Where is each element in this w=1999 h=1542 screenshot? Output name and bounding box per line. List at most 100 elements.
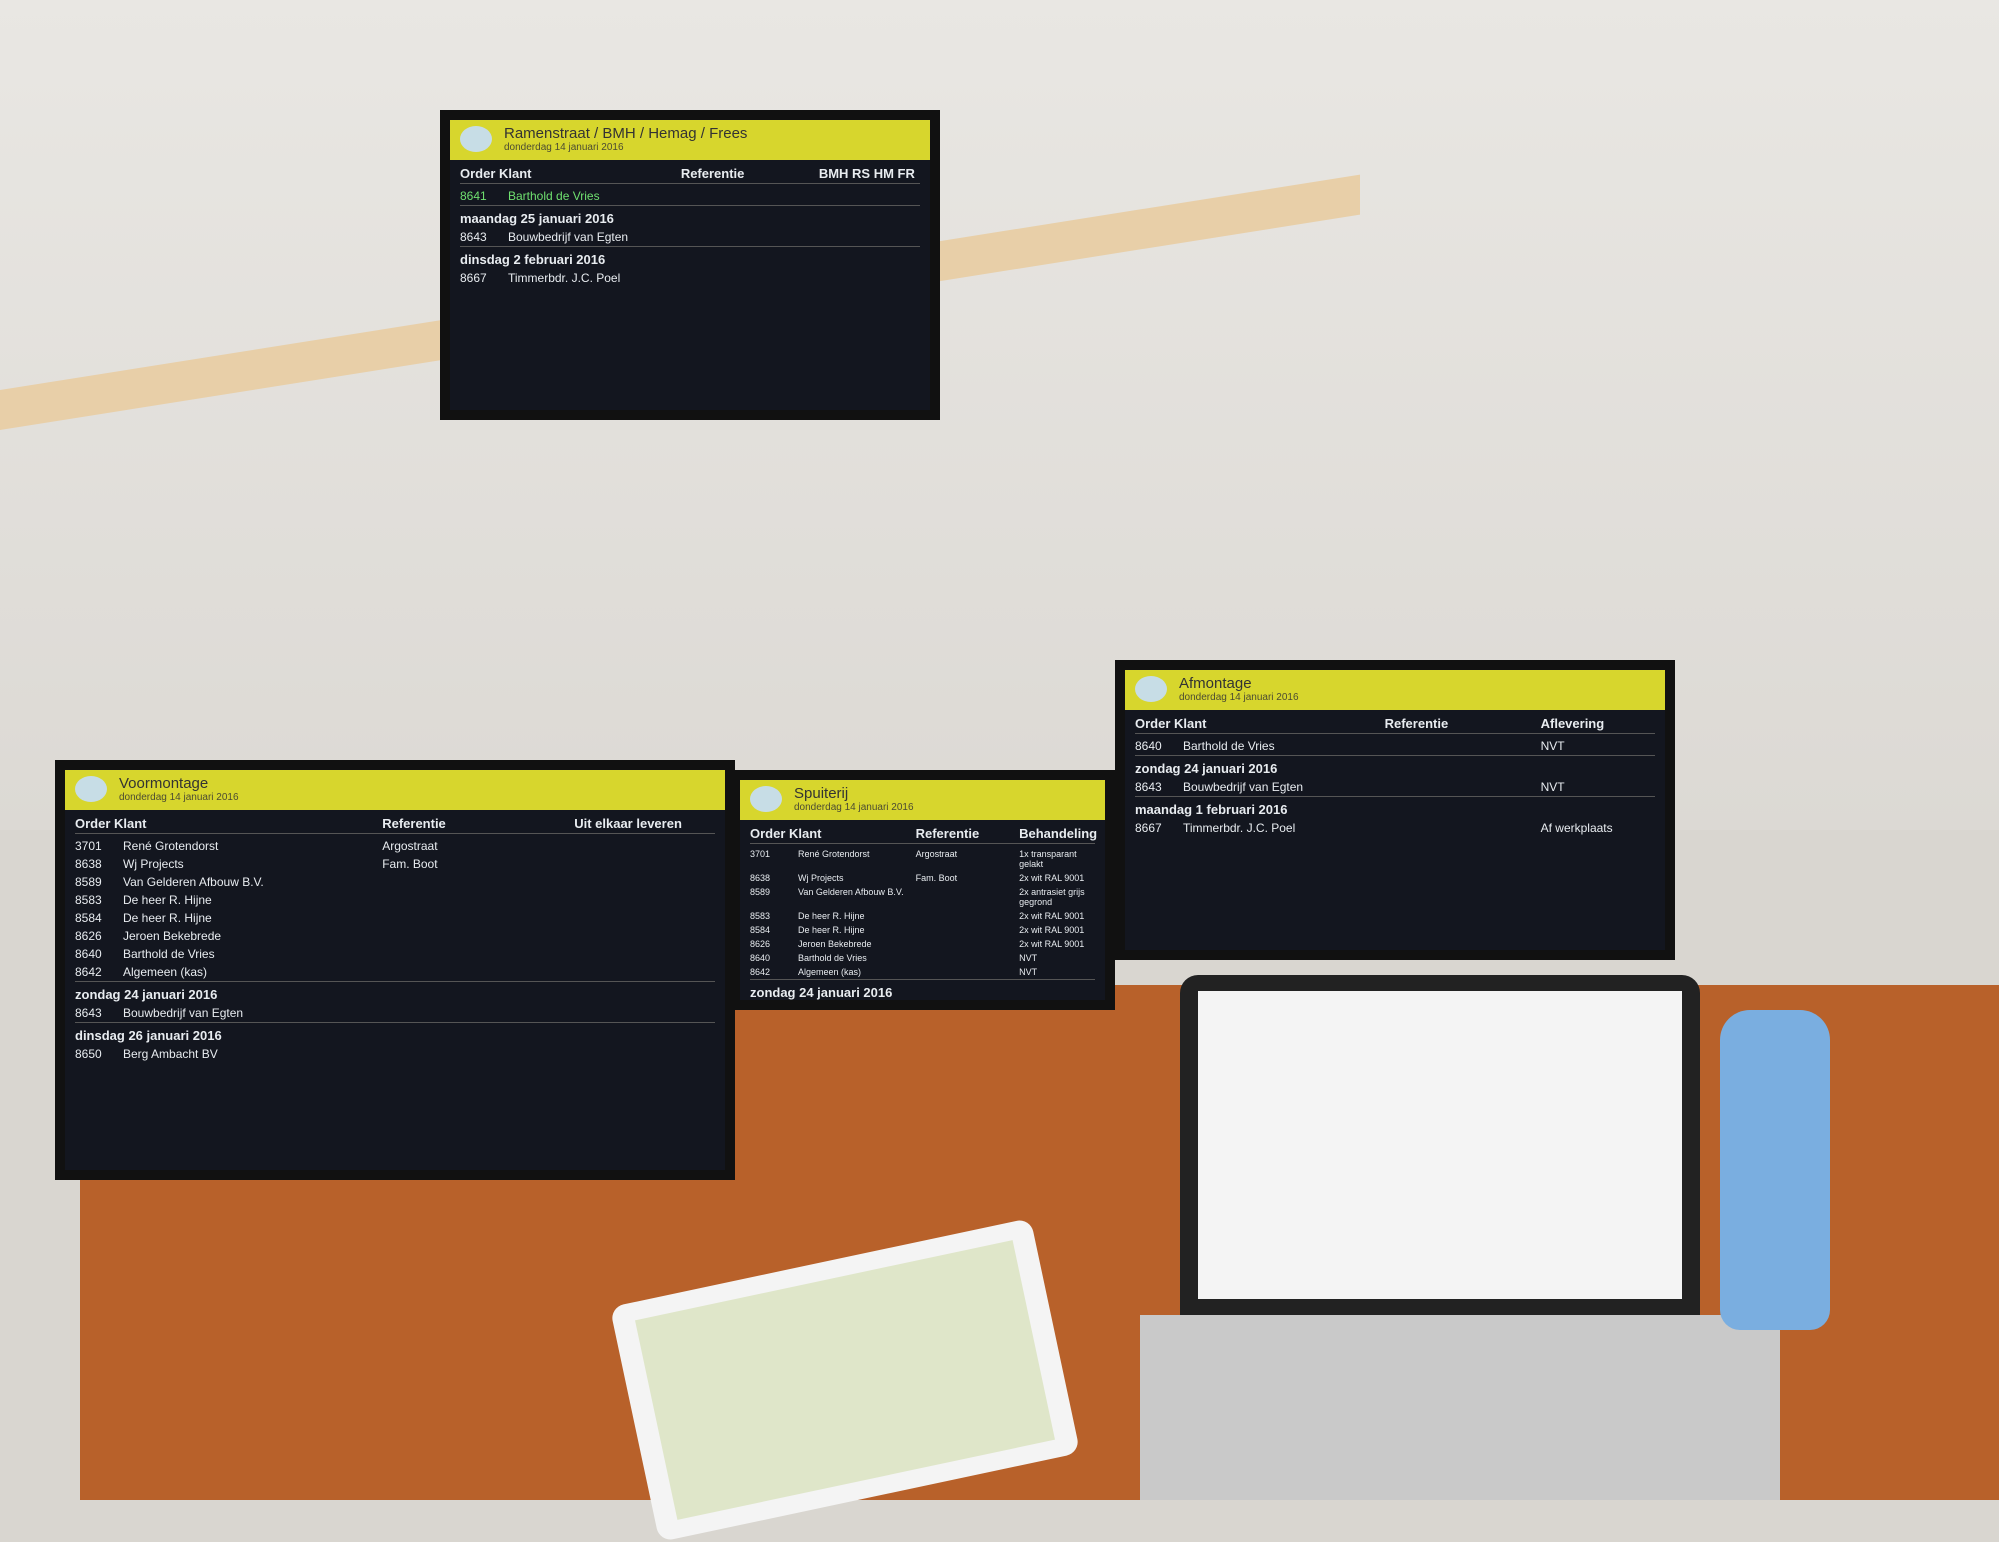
column-header-referentie: Referentie [1384, 716, 1449, 731]
date-group: 8640 Barthold de Vries NVT [1135, 733, 1655, 755]
group-date: dinsdag 2 februari 2016 [460, 252, 606, 267]
column-header-extra: BMH RS HM FR [818, 166, 915, 181]
date-group: zondag 24 januari 2016 8643 Bouwbedrijf va… [75, 981, 715, 1022]
reference [681, 230, 819, 244]
screen-date: donderdag 14 januari 2016 [1179, 692, 1299, 703]
laptop-screen [1198, 991, 1682, 1299]
order-number: 8643 [75, 1006, 102, 1020]
extra-info: 1x transparant gelakt [1019, 849, 1077, 869]
customer-name: René Grotendorst [123, 839, 219, 853]
reference [382, 911, 574, 925]
customer-name: Barthold de Vries [1183, 739, 1275, 753]
date-group: zondag 24 januari 2016 8643 Bouwbedrijf va… [1135, 755, 1655, 796]
order-number: 8640 [1135, 739, 1162, 753]
order-number: 8642 [75, 965, 102, 979]
order-number: 8626 [75, 929, 102, 943]
order-number: 8584 [75, 911, 102, 925]
date-group: maandag 25 januari 2016 8643 Bouwbedrijf v… [460, 205, 920, 246]
screen-title: Spuiterij [794, 785, 849, 802]
customer-name: Algemeen (kas) [798, 967, 862, 977]
column-header-order-klant: Order Klant [1135, 716, 1207, 731]
order-number: 8667 [1135, 821, 1162, 835]
column-header-referentie: Referentie [680, 166, 745, 181]
customer-name: De heer R. Hijne [123, 911, 212, 925]
date-group: dinsdag 26 januari 2016 8650 Berg Ambacht … [75, 1022, 715, 1063]
column-header-extra: Uit elkaar leveren [574, 816, 682, 831]
column-headers: Order Klant Referentie Behandeling [740, 820, 1105, 843]
reference [916, 887, 1020, 907]
customer-name: Bouwbedrijf van Egten [1183, 780, 1304, 794]
customer-name: Barthold de Vries [508, 189, 600, 203]
order-number: 8589 [75, 875, 102, 889]
order-number: 8640 [75, 947, 102, 961]
reference [382, 1006, 574, 1020]
order-row: 8641 Barthold de Vries [460, 187, 920, 205]
customer-name: Timmerbdr. J.C. Poel [508, 271, 621, 285]
extra-info [574, 875, 715, 889]
column-header-order-klant: Order Klant [750, 826, 822, 841]
reference [681, 189, 819, 203]
customer-name: René Grotendorst [798, 849, 870, 859]
screen-header: Ramenstraat / BMH / Hemag / Frees donderd… [450, 120, 930, 160]
extra-info: NVT [1019, 953, 1038, 963]
extra-info [574, 1047, 715, 1061]
reference: Fam. Boot [915, 873, 958, 883]
column-header-referentie: Referentie [915, 826, 980, 841]
order-row: 8640 Barthold de Vries NVT [750, 951, 1095, 965]
reference [1385, 821, 1541, 835]
customer-name: Timmerbdr. J.C. Poel [1183, 821, 1296, 835]
reference [916, 967, 1020, 977]
company-logo-icon [460, 126, 492, 152]
date-group: zondag 24 januari 2016 8643 Bouwbedrijf va… [750, 979, 1095, 1010]
group-date: zondag 24 januari 2016 [750, 985, 893, 1000]
extra-info: Af werkplaats [1540, 821, 1613, 835]
order-number: 8643 [460, 230, 487, 244]
customer-name: Jeroen Bekebrede [123, 929, 222, 943]
extra-info [574, 947, 715, 961]
customer-name: Wj Projects [798, 873, 844, 883]
order-number: 8640 [750, 953, 771, 963]
extra-info: NVT [1540, 780, 1565, 794]
screen-ramenstraat: Ramenstraat / BMH / Hemag / Frees donderd… [440, 110, 940, 420]
order-row: 8583 De heer R. Hijne 2x wit RAL 9001 [750, 909, 1095, 923]
customer-name: Barthold de Vries [123, 947, 215, 961]
screen-title: Afmontage [1179, 675, 1252, 692]
group-date: maandag 25 januari 2016 [460, 211, 614, 226]
company-logo-icon [1135, 676, 1167, 702]
customer-name: De heer R. Hijne [123, 893, 212, 907]
order-number: 8667 [460, 271, 487, 285]
order-number: 8583 [75, 893, 102, 907]
extra-info [574, 857, 715, 871]
screen-voormontage: Voormontage donderdag 14 januari 2016 Orde… [55, 760, 735, 1180]
customer-name: Van Gelderen Afbouw B.V. [123, 875, 264, 889]
order-row: 8667 Timmerbdr. J.C. Poel [460, 269, 920, 287]
extra-info: 2x wit RAL 9001 [1019, 873, 1085, 883]
extra-info [574, 839, 715, 853]
reference [382, 929, 574, 943]
column-header-order-klant: Order Klant [75, 816, 147, 831]
extra-info: NVT [1540, 739, 1565, 753]
customer-name: Berg Ambacht BV [123, 1047, 218, 1061]
office-wall [0, 0, 1999, 830]
reference [681, 271, 819, 285]
company-logo-icon [75, 776, 107, 802]
customer-name: De heer R. Hijne [798, 925, 865, 935]
extra-info: 2x wit RAL 9001 [1019, 1004, 1085, 1010]
order-row: 8642 Algemeen (kas) [75, 963, 715, 981]
customer-name: Bouwbedrijf van Egten [798, 1004, 889, 1010]
group-date: maandag 1 februari 2016 [1135, 802, 1288, 817]
date-group: maandag 1 februari 2016 8667 Timmerbdr. J.… [1135, 796, 1655, 837]
order-row: 8589 Van Gelderen Afbouw B.V. [75, 873, 715, 891]
laptop-keyboard [1140, 1315, 1780, 1500]
order-number: 8638 [750, 873, 771, 883]
reference: Fam. Boot [382, 857, 438, 871]
order-number: 3701 [750, 849, 771, 859]
order-row: 8640 Barthold de Vries [75, 945, 715, 963]
group-date: zondag 24 januari 2016 [75, 987, 218, 1002]
date-group: 8641 Barthold de Vries [460, 183, 920, 205]
customer-name: De heer R. Hijne [798, 911, 865, 921]
reference [1385, 780, 1541, 794]
reference: Argostraat [382, 839, 438, 853]
date-group: 3701 René Grotendorst Argostraat 1x transpa… [750, 843, 1095, 979]
extra-info [574, 929, 715, 943]
